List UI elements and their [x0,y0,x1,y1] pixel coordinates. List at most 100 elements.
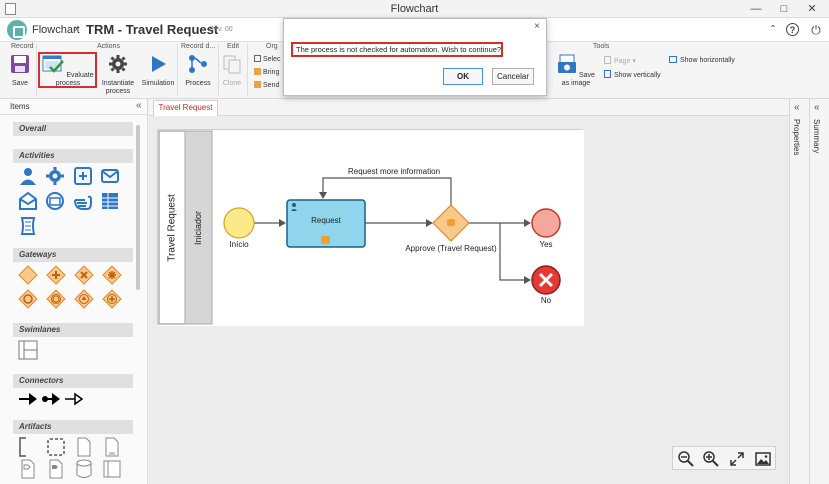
gateway-automation-icon [447,219,455,226]
dialog-close-icon[interactable]: × [534,21,540,32]
section-overall-label: Overall [19,124,47,133]
close-window-button[interactable]: ✕ [801,1,823,17]
collapse-left-icon[interactable]: « [136,100,142,111]
play-icon [152,56,166,72]
message-task-icon[interactable] [45,191,65,211]
service-task-gear-icon[interactable] [45,166,65,186]
show-horizontally-label: Show horizontally [680,57,735,64]
items-panel-title: Items [10,102,30,111]
association-arrow-icon[interactable] [64,389,84,409]
send-item[interactable]: Send [254,81,279,89]
group-label-actions: Actions [97,43,120,50]
minimize-button[interactable]: — [745,1,767,17]
pool-lane-icon[interactable] [18,340,38,360]
data-store-icon[interactable] [74,459,94,479]
zoom-in-icon[interactable] [702,450,720,468]
save-button[interactable]: Save [8,54,32,88]
vertical-layout-icon [604,70,611,78]
manual-task-hand-icon[interactable] [73,191,93,211]
save-as-image-label: Save as image [561,72,595,87]
save-label: Save [12,80,28,87]
section-overall[interactable]: Overall [13,122,133,136]
instantiate-process-button[interactable]: Instantiate process [101,54,135,96]
send-mail-icon[interactable] [100,166,120,186]
items-panel: Items « Overall Activities Gateways Swim… [0,99,148,484]
items-scrollbar[interactable] [136,125,140,290]
subprocess-plus-icon[interactable] [73,166,93,186]
save-as-image-button[interactable]: Save as image [553,54,599,88]
event-based-gateway-icon[interactable] [74,289,94,309]
sequence-flow-arrow-icon[interactable] [18,389,38,409]
maximize-button[interactable]: □ [773,1,795,17]
message-flow-arrow-icon[interactable] [41,389,61,409]
expand-properties-icon[interactable]: « [794,102,800,113]
group-icon[interactable] [46,437,66,457]
ribbon-divider [218,44,219,96]
summary-panel[interactable]: « Summary [809,99,829,484]
parallel-gateway-icon[interactable] [46,265,66,285]
breadcrumb-separator-icon: › [74,23,78,35]
event-gateway-icon[interactable] [46,289,66,309]
parallel-event-gateway-icon[interactable] [102,289,122,309]
select-label: Selec [263,56,281,63]
tab-travel-request[interactable]: Travel Request [153,100,218,116]
send-label: Send [263,82,280,89]
receive-mail-icon[interactable] [18,191,38,211]
cancel-button[interactable]: Cancelar [492,68,534,85]
bring-item[interactable]: Bring [254,68,279,76]
page-dropdown[interactable]: Page ▾ [604,56,636,65]
annotation-icon[interactable] [18,437,38,457]
select-item[interactable]: Selec [254,55,281,63]
clone-button[interactable]: Clone [221,54,243,88]
data-output-icon[interactable] [46,459,66,479]
user-task-icon[interactable] [18,166,38,186]
collapse-up-icon[interactable]: ˆ [765,22,781,38]
properties-panel[interactable]: « Properties [789,99,809,484]
start-event-circle[interactable] [223,207,255,239]
section-connectors[interactable]: Connectors [13,374,133,388]
help-icon[interactable]: ? [786,23,799,36]
zoom-toolbar [672,446,776,470]
export-image-icon[interactable] [754,450,772,468]
revision-label: Rev. 00 [209,26,233,33]
summary-panel-label: Summary [812,119,821,154]
ok-button[interactable]: OK [443,68,483,85]
items-panel-header: Items « [0,99,148,115]
exclusive-gateway-icon[interactable] [18,265,38,285]
bring-label: Bring [263,69,280,76]
start-event-label: Início [229,240,249,249]
diagram-canvas[interactable]: Travel Request Iniciador Início Request [157,129,584,326]
end-event-yes-circle[interactable] [531,208,561,238]
ribbon-divider [247,44,248,96]
script-task-icon[interactable] [18,216,38,236]
properties-panel-label: Properties [792,119,801,156]
section-artifacts-label: Artifacts [19,422,52,431]
page-icon [604,56,611,64]
fit-screen-icon[interactable] [728,450,746,468]
section-swimlanes[interactable]: Swimlanes [13,323,133,337]
group-label-org: Org [266,43,278,50]
data-object-collection-icon[interactable] [102,437,122,457]
breadcrumb[interactable]: Flowchart [32,24,80,36]
diagram-canvas-area: Travel Request Travel Request Iniciador … [149,99,789,484]
zoom-out-icon[interactable] [677,450,695,468]
text-annotation-icon[interactable] [102,459,122,479]
show-vertically-label: Show vertically [614,72,661,79]
instantiate-label-2: process [105,88,131,95]
expand-summary-icon[interactable]: « [814,102,820,113]
instantiate-label-1: Instantiate [101,80,135,87]
show-horizontally-button[interactable]: Show horizontally [669,56,735,64]
complex-gateway-icon[interactable] [102,265,122,285]
power-icon[interactable]: ⏻ [808,22,824,38]
simulation-button[interactable]: Simulation [141,54,175,88]
show-vertically-button[interactable]: Show vertically [604,70,661,79]
data-input-icon[interactable] [18,459,38,479]
section-gateways[interactable]: Gateways [13,248,133,262]
process-button[interactable]: Process [183,54,213,88]
data-object-icon[interactable] [74,437,94,457]
section-activities[interactable]: Activities [13,149,133,163]
inclusive-gateway-icon[interactable] [18,289,38,309]
exclusive-x-gateway-icon[interactable] [74,265,94,285]
section-artifacts[interactable]: Artifacts [13,420,133,434]
business-rule-table-icon[interactable] [100,191,120,211]
